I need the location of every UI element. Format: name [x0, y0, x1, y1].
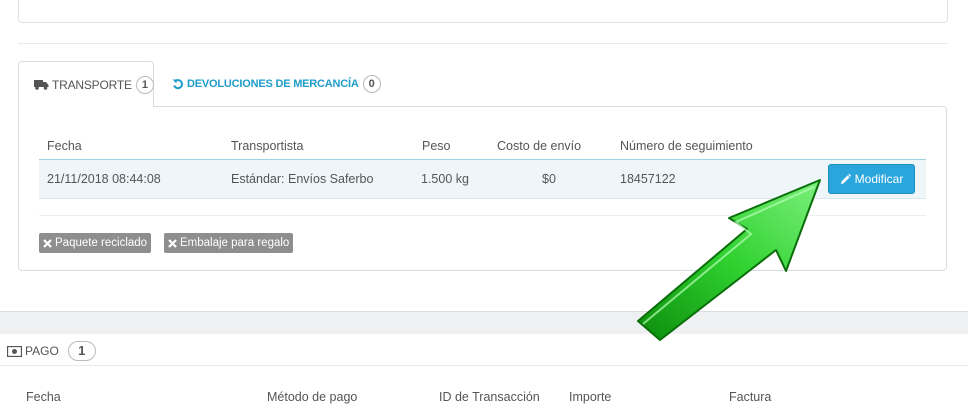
- col-peso: Peso: [422, 139, 451, 153]
- row-date: 21/11/2018 08:44:08: [47, 172, 161, 186]
- tab-transport-label: Transporte: [52, 77, 132, 92]
- truck-icon: [34, 79, 49, 90]
- col-payment-fecha: Fecha: [26, 390, 61, 404]
- tab-transport-count: 1: [135, 75, 154, 94]
- tab-transport[interactable]: Transporte 1: [18, 61, 154, 107]
- tag-recycled-package: Paquete reciclado: [39, 233, 152, 253]
- pencil-icon: [840, 173, 851, 185]
- col-payment-invoice: Factura: [729, 390, 772, 404]
- modify-button-label: Modificar: [854, 172, 904, 186]
- col-payment-method: Método de pago: [267, 390, 358, 404]
- row-cost: $0: [542, 172, 556, 186]
- col-transportista: Transportista: [231, 139, 304, 153]
- col-fecha: Fecha: [47, 139, 82, 153]
- tag-gift-label: Embalaje para regalo: [180, 237, 290, 249]
- payment-title: Pago: [25, 344, 59, 358]
- money-icon: [7, 345, 22, 357]
- previous-panel: [18, 0, 948, 23]
- shipping-table-header: Fecha Transportista Peso Costo de envío …: [39, 133, 926, 160]
- row-weight: 1.500 kg: [421, 172, 469, 186]
- payment-count: 1: [67, 341, 96, 361]
- col-seguimiento: Número de seguimiento: [620, 139, 753, 153]
- divider: [18, 43, 948, 44]
- undo-icon: [172, 78, 184, 90]
- col-costo: Costo de envío: [497, 139, 582, 153]
- row-carrier: Estándar: Envíos Saferbo: [231, 172, 374, 186]
- close-icon: [168, 238, 177, 248]
- col-payment-transaction-id: ID de Transacción: [439, 390, 540, 404]
- divider: [0, 365, 968, 366]
- tab-returns-label: Devoluciones de mercancía: [187, 78, 359, 90]
- tab-returns-count: 0: [362, 75, 381, 93]
- tag-gift-wrapping: Embalaje para regalo: [164, 233, 294, 253]
- green-arrow-icon: [637, 179, 821, 341]
- payment-header: Pago 1: [7, 341, 96, 361]
- tab-returns[interactable]: Devoluciones de mercancía 0: [172, 61, 381, 107]
- col-payment-amount: Importe: [569, 390, 612, 404]
- close-icon: [43, 238, 52, 248]
- tag-recycled-label: Paquete reciclado: [55, 237, 148, 249]
- modify-button[interactable]: Modificar: [828, 164, 915, 194]
